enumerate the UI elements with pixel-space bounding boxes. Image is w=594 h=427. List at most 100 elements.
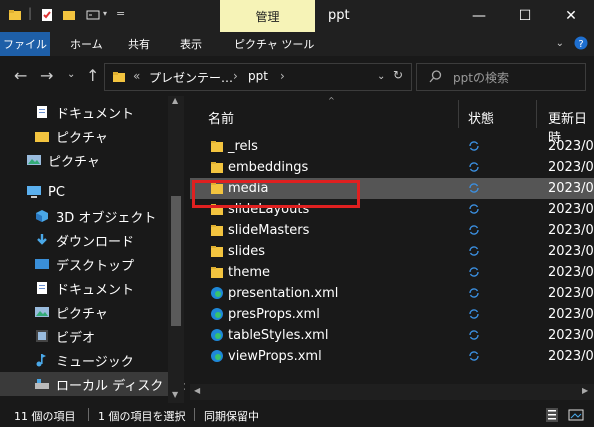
tab-manage[interactable]: 管理 [220, 0, 315, 32]
column-divider[interactable] [536, 100, 537, 128]
file-name: slideMasters [228, 223, 310, 238]
nav-item-label: ピクチャ [48, 154, 100, 170]
sync-pending-icon [469, 351, 479, 361]
nav-item-label: ローカル ディスク (C:) [56, 378, 186, 394]
expand-ribbon-icon[interactable]: ⌄ [556, 38, 564, 49]
tab-picture-tools[interactable]: ピクチャ ツール [234, 32, 314, 56]
sync-pending-icon [469, 183, 479, 193]
file-row[interactable]: _rels 2023/0 [190, 136, 594, 157]
address-overflow[interactable]: « [133, 69, 140, 83]
folder-icon [211, 225, 223, 236]
file-row[interactable]: tableStyles.xml 2023/0 [190, 325, 594, 346]
details-view-icon[interactable] [546, 408, 558, 422]
breadcrumb-item[interactable]: プレゼンテー… [149, 69, 233, 86]
refresh-icon[interactable]: ↻ [393, 68, 403, 82]
highlight-box [192, 180, 360, 208]
pictures-icon [35, 307, 49, 317]
file-row[interactable]: embeddings 2023/0 [190, 157, 594, 178]
window-title: ppt [328, 8, 350, 23]
properties-icon[interactable] [40, 8, 54, 22]
horizontal-scrollbar[interactable]: ◀ ▶ [190, 384, 594, 400]
nav-item-pictures-3[interactable]: ピクチャ [0, 300, 186, 324]
nav-item-pc[interactable]: PC [0, 180, 186, 204]
file-row[interactable]: presentation.xml 2023/0 [190, 283, 594, 304]
column-header-status[interactable]: 状態 [468, 108, 494, 127]
scroll-right-icon[interactable]: ▶ [582, 386, 588, 395]
address-dropdown-icon[interactable]: ⌄ [377, 71, 385, 82]
file-row[interactable]: viewProps.xml 2023/0 [190, 346, 594, 367]
nav-item-label: ピクチャ [56, 130, 108, 146]
scroll-down-icon[interactable]: ▼ [172, 390, 178, 399]
search-placeholder: pptの検索 [453, 71, 509, 85]
tab-file[interactable]: ファイル [0, 32, 50, 56]
file-row[interactable]: theme 2023/0 [190, 262, 594, 283]
nav-item-pictures[interactable]: ピクチャ [0, 124, 186, 148]
file-date: 2023/0 [548, 307, 594, 322]
nav-item-videos[interactable]: ビデオ [0, 324, 186, 348]
document-icon [37, 282, 47, 294]
sync-pending-icon [469, 162, 479, 172]
tab-view[interactable]: 表示 [180, 32, 202, 56]
nav-item-desktop[interactable]: デスクトップ [0, 252, 186, 276]
nav-scroll-thumb[interactable] [171, 196, 181, 326]
chevron-right-icon[interactable]: › [233, 69, 238, 83]
tab-share[interactable]: 共有 [128, 32, 150, 56]
status-bar: 11 個の項目 1 個の項目を選択 同期保留中 [0, 403, 594, 427]
sync-pending-icon [469, 267, 479, 277]
file-name: tableStyles.xml [228, 328, 329, 343]
address-row: ← → ⌄ ↑ « プレゼンテー… › ppt › ⌄ ↻ pptの検索 [0, 56, 594, 96]
search-input[interactable]: pptの検索 [416, 63, 586, 91]
customize-toolbar-icon[interactable]: = [116, 7, 125, 20]
recent-locations-icon[interactable]: ⌄ [67, 69, 75, 80]
maximize-button[interactable]: ☐ [502, 0, 548, 32]
close-button[interactable]: ✕ [548, 0, 594, 32]
tab-home[interactable]: ホーム [70, 32, 103, 56]
breadcrumb-item[interactable]: ppt [248, 69, 268, 83]
file-date: 2023/0 [548, 265, 594, 280]
file-row[interactable]: presProps.xml 2023/0 [190, 304, 594, 325]
nav-item-documents[interactable]: ドキュメント [0, 100, 186, 124]
file-name: viewProps.xml [228, 349, 322, 364]
large-icons-view-icon[interactable] [568, 408, 584, 422]
nav-item-pictures-2[interactable]: ピクチャ [0, 148, 186, 172]
nav-item-documents-2[interactable]: ドキュメント [0, 276, 186, 300]
chevron-right-icon[interactable]: › [280, 69, 285, 83]
nav-item-3d-objects[interactable]: 3D オブジェクト [0, 204, 186, 228]
qa-dropdown-icon[interactable]: ▾ [103, 9, 107, 18]
file-date: 2023/0 [548, 328, 594, 343]
title-bar: | ▾ = 管理 ppt — ☐ ✕ [0, 0, 594, 32]
scroll-left-icon[interactable]: ◀ [194, 386, 200, 395]
column-divider[interactable] [458, 100, 459, 128]
scroll-up-icon[interactable]: ▲ [172, 96, 178, 105]
file-row[interactable]: slideMasters 2023/0 [190, 220, 594, 241]
rename-icon[interactable] [86, 8, 100, 22]
file-date: 2023/0 [548, 223, 594, 238]
address-bar[interactable]: « プレゼンテー… › ppt › ⌄ ↻ [104, 63, 412, 91]
minimize-button[interactable]: — [456, 0, 502, 32]
file-list: ^ 名前 状態 更新日時 _rels 2023/0 embeddings 202… [190, 96, 594, 403]
edge-icon [211, 350, 223, 362]
nav-item-label: ピクチャ [56, 306, 108, 322]
nav-item-local-disk[interactable]: ローカル ディスク (C:) [0, 372, 186, 396]
column-header-name[interactable]: 名前 [208, 108, 234, 127]
folder-icon [211, 246, 223, 257]
nav-scrollbar[interactable]: ▲ ▼ [168, 96, 184, 403]
help-icon[interactable]: ? [574, 36, 588, 50]
edge-icon [211, 308, 223, 320]
ribbon-tabs: ファイル ホーム 共有 表示 ピクチャ ツール ⌄ ? [0, 32, 594, 56]
nav-item-music[interactable]: ミュージック [0, 348, 186, 372]
nav-item-downloads[interactable]: ダウンロード [0, 228, 186, 252]
nav-item-label: ドキュメント [56, 106, 135, 122]
forward-arrow-icon[interactable]: → [40, 66, 53, 85]
file-date: 2023/0 [548, 286, 594, 301]
nav-item-label: デスクトップ [56, 258, 135, 274]
drive-icon [35, 379, 49, 389]
new-folder-icon[interactable] [62, 8, 76, 22]
folder-icon [211, 267, 223, 278]
up-arrow-icon[interactable]: ↑ [86, 66, 99, 85]
pc-icon [27, 186, 41, 198]
video-icon [36, 330, 48, 342]
edge-icon [211, 329, 223, 341]
file-row[interactable]: slides 2023/0 [190, 241, 594, 262]
back-arrow-icon[interactable]: ← [14, 66, 27, 85]
